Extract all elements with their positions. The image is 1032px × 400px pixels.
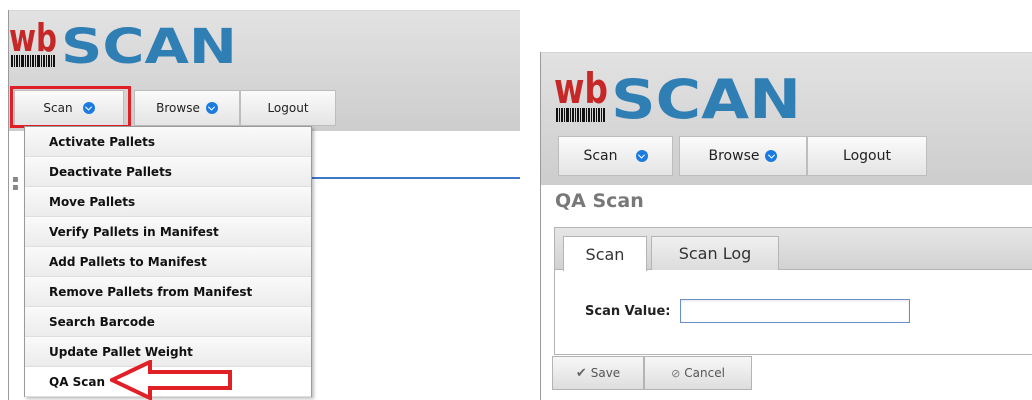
wbscan-logo: wb SCAN [9,16,237,71]
scan-menu-button[interactable]: Scan [558,136,673,176]
logo-word: SCAN [61,19,237,71]
logout-button[interactable]: Logout [807,136,927,176]
save-label: Save [590,366,621,380]
cancel-icon: ⊘ [671,366,681,380]
page-title: QA Scan [555,190,644,212]
browse-menu-label: Browse [708,148,760,164]
chevron-down-icon [205,102,218,114]
scan-value-input[interactable] [680,299,911,323]
logout-button[interactable]: Logout [240,90,336,126]
cancel-label: Cancel [684,366,725,380]
logo-prefix: wb [9,16,57,60]
menu-item-remove-pallets[interactable]: Remove Pallets from Manifest [25,277,311,307]
left-arrow-icon [110,360,232,400]
content-rule [300,177,520,179]
menu-item-search-barcode[interactable]: Search Barcode [25,307,311,337]
checkmark-icon: ✔ [575,365,587,381]
logout-label: Logout [267,101,309,115]
menu-item-add-pallets[interactable]: Add Pallets to Manifest [25,247,311,277]
scan-dropdown-menu: Activate Pallets Deactivate Pallets Move… [24,126,312,397]
clipped-content: ▪ ▪ [12,174,19,193]
logout-label: Logout [843,148,891,164]
menu-item-verify-pallets[interactable]: Verify Pallets in Manifest [25,217,311,247]
scan-menu-label: Scan [583,148,618,164]
nav-bar: Scan Browse Logout [541,136,1032,178]
divider [8,10,520,11]
divider [8,10,9,400]
save-button[interactable]: ✔ Save [552,356,644,390]
chevron-down-icon [635,150,648,162]
highlight-box [10,86,131,128]
scan-value-row: Scan Value: [585,299,911,323]
form-actions: ✔ Save ⊘ Cancel [552,356,752,390]
menu-item-activate-pallets[interactable]: Activate Pallets [25,127,311,157]
chevron-down-icon [765,150,778,162]
wbscan-logo: wb SCAN [554,64,801,128]
tab-bar: Scan Scan Log [555,228,1032,271]
divider [540,52,541,400]
logo-prefix: wb [554,64,608,113]
scan-value-label: Scan Value: [585,303,671,319]
browse-menu-button[interactable]: Browse [134,90,240,126]
app-header: wb SCAN Scan Browse Logout [541,52,1032,185]
tab-scan[interactable]: Scan [563,236,647,271]
cancel-button[interactable]: ⊘ Cancel [644,356,752,390]
menu-item-deactivate-pallets[interactable]: Deactivate Pallets [25,157,311,187]
menu-item-move-pallets[interactable]: Move Pallets [25,187,311,217]
browse-menu-label: Browse [156,101,200,115]
tab-scan-log[interactable]: Scan Log [651,236,779,270]
browse-menu-button[interactable]: Browse [679,136,807,176]
logo-word: SCAN [611,68,801,128]
scan-tab-panel: Scan Scan Log Scan Value: [554,227,1032,355]
left-screenshot: wb SCAN Scan Browse Logout ▪ ▪ Activate P… [0,0,520,400]
